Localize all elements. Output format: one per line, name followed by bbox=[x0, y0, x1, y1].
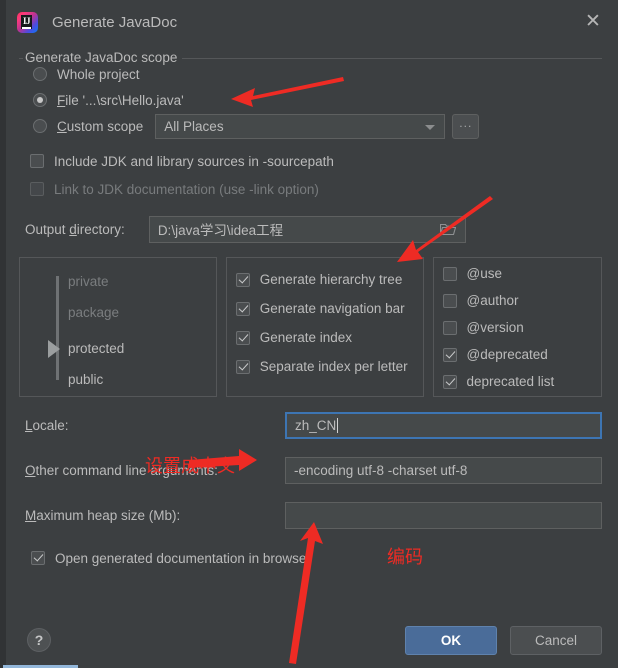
checkbox-link-jdk-doc[interactable]: Link to JDK documentation (use -link opt… bbox=[19, 175, 602, 203]
dialog-content: Generate JavaDoc scope Whole project Fil… bbox=[3, 50, 618, 572]
checkbox-tag-use[interactable]: @use bbox=[434, 260, 602, 287]
generate-javadoc-dialog: IJ Generate JavaDoc ✕ Generate JavaDoc s… bbox=[0, 0, 618, 668]
checkbox-deprecated-list[interactable]: deprecated list bbox=[434, 368, 602, 395]
radio-indicator bbox=[33, 67, 47, 81]
checkbox-separate-index-per-letter[interactable]: Separate index per letter bbox=[227, 352, 423, 381]
visibility-slider-thumb[interactable] bbox=[48, 340, 60, 358]
cancel-button[interactable]: Cancel bbox=[510, 625, 602, 655]
checkbox-indicator bbox=[235, 359, 250, 374]
checkbox-generate-navigation-bar[interactable]: Generate navigation bar bbox=[227, 294, 423, 323]
close-icon[interactable]: ✕ bbox=[582, 10, 604, 32]
locale-input[interactable]: zh_CN bbox=[285, 411, 602, 439]
checkbox-indicator bbox=[442, 347, 457, 362]
annotation-encoding-text: 编码 bbox=[387, 547, 423, 568]
output-directory-row: Output directory: D:\java学习\idea工程 bbox=[19, 215, 602, 243]
custom-scope-dropdown[interactable]: All Places bbox=[155, 113, 446, 139]
locale-value: zh_CN bbox=[295, 417, 337, 433]
checkbox-indicator bbox=[442, 320, 457, 335]
checkbox-label: @version bbox=[466, 320, 524, 335]
checkbox-label: Generate hierarchy tree bbox=[259, 272, 403, 287]
checkbox-label: Generate navigation bar bbox=[259, 301, 405, 316]
dialog-title: Generate JavaDoc bbox=[52, 13, 178, 31]
checkbox-include-jdk-sources[interactable]: Include JDK and library sources in -sour… bbox=[19, 147, 602, 175]
checkbox-tag-version[interactable]: @version bbox=[434, 314, 602, 341]
command-line-arguments-row: Other command line arguments: -encoding … bbox=[19, 454, 602, 486]
checkbox-label: Link to JDK documentation (use -link opt… bbox=[54, 181, 319, 197]
checkbox-indicator bbox=[31, 551, 45, 565]
help-button[interactable]: ? bbox=[27, 628, 51, 652]
checkbox-label: Include JDK and library sources in -sour… bbox=[54, 153, 334, 169]
options-panels: private package protected public Generat… bbox=[19, 257, 602, 397]
locale-row: Locale: zh_CN bbox=[19, 409, 602, 441]
visibility-level-public[interactable]: public bbox=[68, 371, 103, 389]
checkbox-label: @use bbox=[466, 266, 502, 281]
visibility-level-private[interactable]: private bbox=[68, 273, 109, 291]
checkbox-label: Open generated documentation in browser bbox=[55, 550, 311, 566]
checkbox-generate-index[interactable]: Generate index bbox=[227, 323, 423, 352]
chevron-down-icon bbox=[425, 124, 436, 130]
window-left-edge bbox=[3, 0, 6, 668]
radio-file-label-rest: ile '...\src\Hello.java' bbox=[65, 92, 184, 108]
radio-custom-scope[interactable]: Custom scope All Places ... bbox=[19, 113, 602, 139]
visibility-slider-track[interactable] bbox=[56, 276, 59, 380]
checkbox-indicator bbox=[442, 293, 457, 308]
bottom-fields: Locale: zh_CN Other command line argumen… bbox=[19, 409, 602, 572]
max-heap-size-row: Maximum heap size (Mb): bbox=[19, 499, 602, 531]
folder-icon[interactable] bbox=[439, 223, 456, 236]
visibility-level-package[interactable]: package bbox=[68, 304, 119, 322]
output-directory-label: Output directory: bbox=[25, 221, 125, 237]
generate-options-panel: Generate hierarchy tree Generate navigat… bbox=[225, 257, 424, 397]
checkbox-indicator bbox=[442, 266, 457, 281]
radio-label: Custom scope bbox=[57, 118, 144, 134]
radio-file-scope[interactable]: File '...\src\Hello.java' bbox=[19, 87, 602, 113]
checkbox-indicator bbox=[30, 154, 44, 168]
scope-group-title: Generate JavaDoc scope bbox=[23, 50, 183, 65]
command-line-arguments-input[interactable]: -encoding utf-8 -charset utf-8 bbox=[285, 456, 602, 484]
checkbox-label: Separate index per letter bbox=[259, 359, 408, 374]
dialog-titlebar: IJ Generate JavaDoc ✕ bbox=[3, 0, 618, 44]
checkbox-indicator bbox=[235, 330, 250, 345]
checkbox-label: @deprecated bbox=[466, 347, 548, 362]
locale-label: Locale: bbox=[25, 417, 69, 433]
command-line-arguments-value: -encoding utf-8 -charset utf-8 bbox=[294, 462, 468, 478]
visibility-panel[interactable]: private package protected public bbox=[19, 257, 217, 397]
checkbox-generate-hierarchy-tree[interactable]: Generate hierarchy tree bbox=[227, 265, 423, 294]
checkbox-label: deprecated list bbox=[466, 374, 555, 389]
radio-label: File '...\src\Hello.java' bbox=[57, 92, 184, 108]
checkbox-tag-author[interactable]: @author bbox=[434, 287, 602, 314]
output-directory-value: D:\java学习\idea工程 bbox=[157, 223, 284, 238]
output-directory-input[interactable]: D:\java学习\idea工程 bbox=[148, 215, 466, 243]
checkbox-label: @author bbox=[466, 293, 519, 308]
checkbox-indicator bbox=[235, 272, 250, 287]
tag-options-panel: @use @author @version @deprecated deprec… bbox=[432, 257, 602, 397]
dialog-footer: ? OK Cancel bbox=[3, 612, 618, 668]
max-heap-size-input[interactable] bbox=[285, 501, 602, 529]
radio-indicator bbox=[33, 119, 47, 133]
visibility-level-protected[interactable]: protected bbox=[68, 340, 124, 358]
radio-indicator-selected bbox=[33, 93, 47, 107]
checkbox-open-in-browser[interactable]: Open generated documentation in browser bbox=[19, 544, 602, 572]
checkbox-indicator bbox=[442, 374, 457, 389]
text-cursor bbox=[337, 417, 339, 433]
checkbox-label: Generate index bbox=[259, 330, 353, 345]
scope-browse-button[interactable]: ... bbox=[452, 113, 480, 139]
max-heap-size-label: Maximum heap size (Mb): bbox=[25, 507, 181, 523]
custom-scope-value: All Places bbox=[164, 118, 224, 134]
scope-group: Generate JavaDoc scope Whole project Fil… bbox=[19, 50, 602, 139]
checkbox-indicator bbox=[30, 182, 44, 196]
intellij-idea-icon: IJ bbox=[17, 11, 38, 33]
ok-button[interactable]: OK bbox=[405, 625, 497, 655]
annotation-locale-text: 设置成中文 bbox=[145, 456, 235, 477]
radio-label: Whole project bbox=[57, 66, 140, 82]
checkbox-indicator bbox=[235, 301, 250, 316]
checkbox-tag-deprecated[interactable]: @deprecated bbox=[434, 341, 602, 368]
